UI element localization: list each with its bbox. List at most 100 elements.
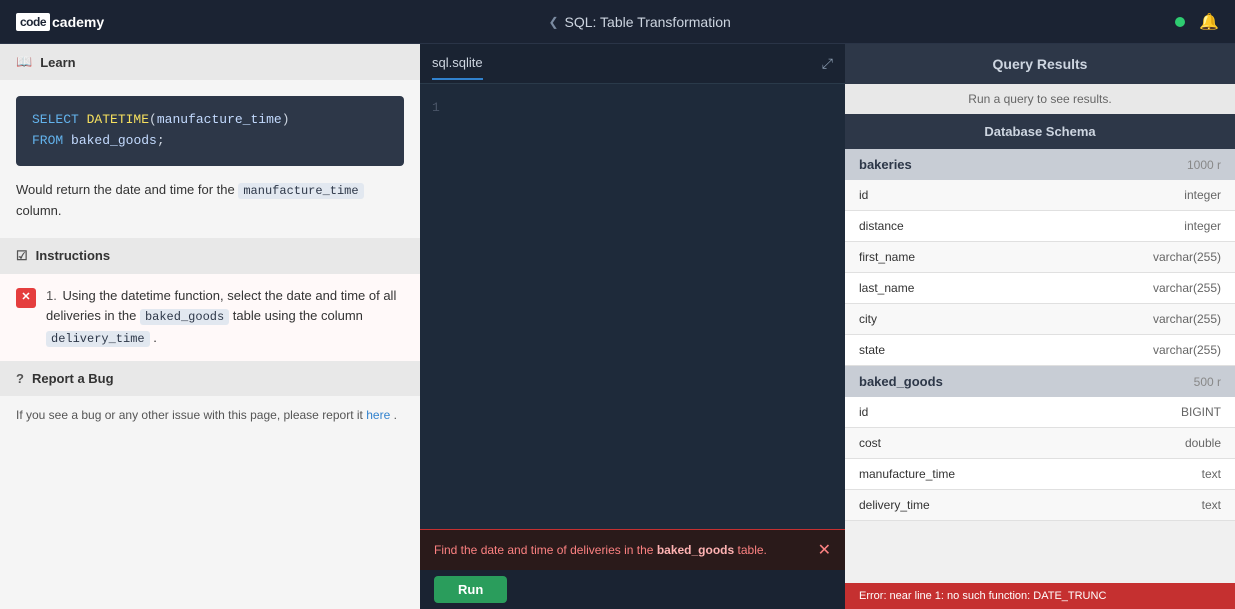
sql-keyword-from: FROM xyxy=(32,133,63,148)
schema-table-name-bakeries: bakeries xyxy=(859,157,912,172)
sql-table: baked_goods xyxy=(71,133,157,148)
schema-table-header-bakeries: bakeries 1000 r xyxy=(845,149,1235,180)
learn-text-1: Would return the date and time for the xyxy=(16,182,235,197)
bug-report-header-label: Report a Bug xyxy=(32,371,114,386)
editor-bottom-bar: Find the date and time of deliveries in … xyxy=(420,529,845,609)
schema-row: delivery_time text xyxy=(845,490,1235,521)
logo-text: cademy xyxy=(52,14,104,30)
schema-col-type: text xyxy=(1202,467,1221,481)
back-chevron-icon[interactable]: ❮ xyxy=(548,15,558,29)
top-navigation: code cademy ❮ SQL: Table Transformation … xyxy=(0,0,1235,44)
schema-col-type: varchar(255) xyxy=(1153,343,1221,357)
bug-report-text-1: If you see a bug or any other issue with… xyxy=(16,408,363,422)
run-button[interactable]: Run xyxy=(434,576,507,603)
schema-row: city varchar(255) xyxy=(845,304,1235,335)
hint-bar: Find the date and time of deliveries in … xyxy=(420,529,845,570)
inline-code-manufacture: manufacture_time xyxy=(238,183,363,199)
schema-col-name: cost xyxy=(859,436,881,450)
schema-col-type: integer xyxy=(1184,188,1221,202)
line-numbers: 1 xyxy=(420,96,452,517)
schema-table-count-baked-goods: 500 r xyxy=(1194,375,1221,389)
status-dot-icon xyxy=(1175,17,1185,27)
hint-text-1: Find the date and time of deliveries in … xyxy=(434,543,653,557)
learn-content: SELECT DATETIME(manufacture_time) FROM b… xyxy=(0,80,420,238)
editor-code-input[interactable] xyxy=(452,96,845,517)
learn-header-label: Learn xyxy=(40,55,75,70)
instruction-item-1: ✕ 1. Using the datetime function, select… xyxy=(16,286,404,349)
instruction-number: 1. xyxy=(46,288,57,303)
schema-content: bakeries 1000 r id integer distance inte… xyxy=(845,149,1235,583)
instruction-text-3: . xyxy=(153,330,157,345)
editor-panel: sql.sqlite ⤢ 1 Find the date and time of… xyxy=(420,44,845,609)
schema-col-name: delivery_time xyxy=(859,498,930,512)
learn-text-2: column. xyxy=(16,203,62,218)
instructions-icon: ☑ xyxy=(16,248,28,264)
nav-icons: 🔔 xyxy=(1175,12,1219,32)
sql-keyword-select: SELECT xyxy=(32,112,79,127)
instruction-status-icon: ✕ xyxy=(16,288,36,308)
bug-report-text-2: . xyxy=(394,408,397,422)
instruction-text-2: table using the column xyxy=(233,308,363,323)
inline-code-delivery-time: delivery_time xyxy=(46,331,150,347)
main-layout: 📖 Learn SELECT DATETIME(manufacture_time… xyxy=(0,44,1235,609)
hint-text-3: table. xyxy=(738,543,767,557)
schema-col-name: manufacture_time xyxy=(859,467,955,481)
bug-icon: ? xyxy=(16,371,24,386)
left-panel: 📖 Learn SELECT DATETIME(manufacture_time… xyxy=(0,44,420,609)
instruction-text-block: 1. Using the datetime function, select t… xyxy=(46,286,404,349)
schema-col-type: text xyxy=(1202,498,1221,512)
schema-col-name: first_name xyxy=(859,250,915,264)
inline-code-baked-goods: baked_goods xyxy=(140,309,229,325)
editor-area[interactable]: 1 xyxy=(420,84,845,529)
instructions-header-label: Instructions xyxy=(36,248,110,263)
editor-tab-sql[interactable]: sql.sqlite xyxy=(432,47,483,80)
sql-arg: manufacture_time xyxy=(157,112,282,127)
schema-col-type: varchar(255) xyxy=(1153,312,1221,326)
bug-report-content: If you see a bug or any other issue with… xyxy=(0,396,420,435)
schema-table-header-baked-goods: baked_goods 500 r xyxy=(845,366,1235,397)
schema-col-type: varchar(255) xyxy=(1153,250,1221,264)
schema-col-name: state xyxy=(859,343,885,357)
schema-row: last_name varchar(255) xyxy=(845,273,1235,304)
schema-col-type: double xyxy=(1185,436,1221,450)
hint-text: Find the date and time of deliveries in … xyxy=(434,541,767,559)
editor-tabs-bar: sql.sqlite ⤢ xyxy=(420,44,845,84)
schema-col-name: distance xyxy=(859,219,904,233)
schema-row: first_name varchar(255) xyxy=(845,242,1235,273)
nav-title: ❮ SQL: Table Transformation xyxy=(548,14,730,30)
run-bar: Run xyxy=(420,570,845,609)
schema-col-type: varchar(255) xyxy=(1153,281,1221,295)
bug-report-link[interactable]: here xyxy=(366,408,390,422)
error-bar: Error: near line 1: no such function: DA… xyxy=(845,583,1235,609)
schema-row: id integer xyxy=(845,180,1235,211)
bell-icon[interactable]: 🔔 xyxy=(1199,12,1219,32)
right-panel: Query Results Run a query to see results… xyxy=(845,44,1235,609)
logo[interactable]: code cademy xyxy=(16,13,104,31)
schema-row: state varchar(255) xyxy=(845,335,1235,366)
instructions-section-header: ☑ Instructions xyxy=(0,238,420,274)
schema-table-name-baked-goods: baked_goods xyxy=(859,374,943,389)
learn-text: Would return the date and time for the m… xyxy=(16,180,404,222)
schema-col-name: city xyxy=(859,312,877,326)
schema-col-name: last_name xyxy=(859,281,914,295)
bug-report-section-header: ? Report a Bug xyxy=(0,361,420,396)
code-example-block: SELECT DATETIME(manufacture_time) FROM b… xyxy=(16,96,404,166)
schema-row: cost double xyxy=(845,428,1235,459)
schema-row: manufacture_time text xyxy=(845,459,1235,490)
sql-function: DATETIME xyxy=(87,112,149,127)
expand-icon[interactable]: ⤢ xyxy=(822,55,833,72)
db-schema-header: Database Schema xyxy=(845,114,1235,149)
run-hint-text: Run a query to see results. xyxy=(845,84,1235,114)
schema-table-count-bakeries: 1000 r xyxy=(1187,158,1221,172)
course-title: SQL: Table Transformation xyxy=(565,14,731,30)
schema-col-type: BIGINT xyxy=(1181,405,1221,419)
logo-box: code xyxy=(16,13,50,31)
learn-icon: 📖 xyxy=(16,54,32,70)
schema-col-type: integer xyxy=(1184,219,1221,233)
close-hint-button[interactable]: ✕ xyxy=(818,540,831,560)
learn-section-header: 📖 Learn xyxy=(0,44,420,80)
instructions-content: ✕ 1. Using the datetime function, select… xyxy=(0,274,420,361)
schema-col-name: id xyxy=(859,405,868,419)
schema-row: id BIGINT xyxy=(845,397,1235,428)
hint-table-name: baked_goods xyxy=(657,543,734,557)
